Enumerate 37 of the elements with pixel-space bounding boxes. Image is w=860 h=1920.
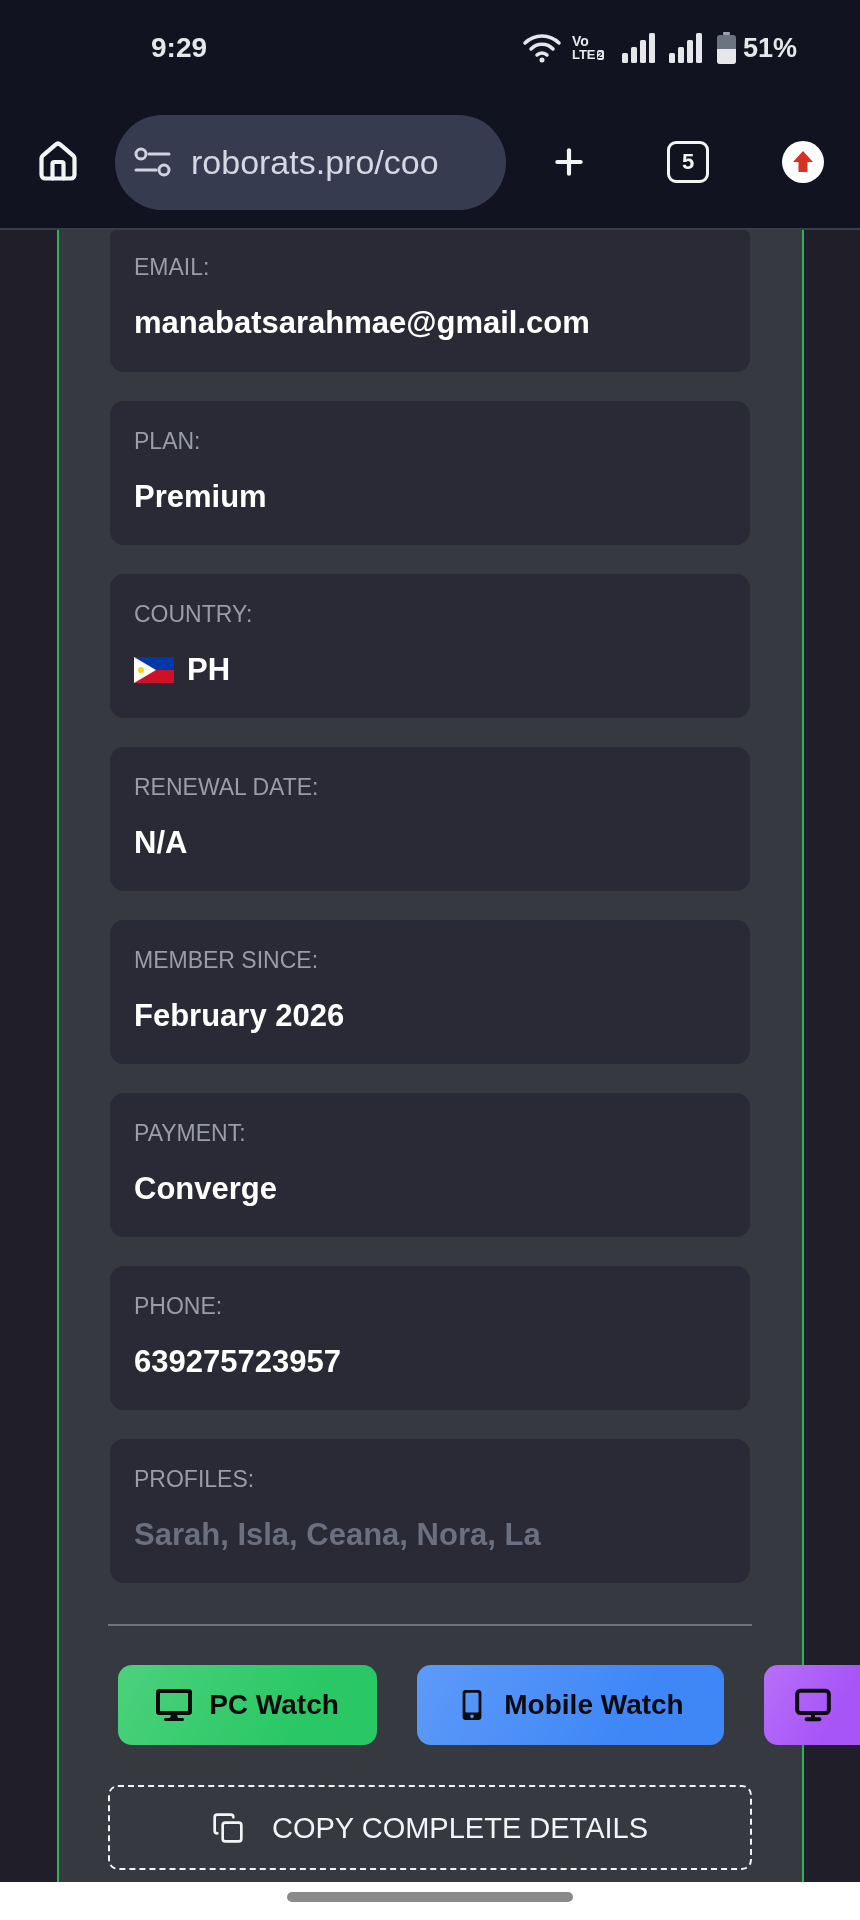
- field-label: EMAIL:: [134, 253, 211, 281]
- desktop-icon: [156, 1687, 193, 1723]
- field-label: RENEWAL DATE:: [134, 773, 320, 801]
- field-value: manabatsarahmae@gmail.com: [134, 304, 591, 342]
- watch-button[interactable]: [764, 1665, 860, 1745]
- battery-percent: 51%: [742, 34, 797, 62]
- watch-button[interactable]: PC Watch: [118, 1665, 377, 1745]
- flag-icon: [134, 657, 174, 683]
- field-value: February 2026: [134, 997, 346, 1035]
- field-value: Premium: [134, 478, 268, 516]
- watch-button[interactable]: Mobile Watch: [417, 1665, 724, 1745]
- field-label: COUNTRY:: [134, 600, 254, 628]
- network-label: Vo: [571, 34, 589, 48]
- field-value: 639275723957: [134, 1343, 342, 1381]
- field-label: PAYMENT:: [134, 1119, 247, 1147]
- field-label: PROFILES:: [134, 1465, 256, 1493]
- signal-icon: [667, 33, 704, 63]
- home-icon[interactable]: [36, 140, 80, 184]
- field-label: PHONE:: [134, 1292, 224, 1320]
- field-value: PH: [187, 651, 231, 689]
- sim-slot-badge: 2: [596, 50, 604, 60]
- network-label: LTE: [571, 48, 596, 62]
- field-value: N/A: [134, 824, 189, 862]
- field-value: Converge: [134, 1170, 278, 1208]
- field-value: Sarah, Isla, Ceana, Nora, La: [134, 1516, 542, 1554]
- wifi-icon: [521, 33, 562, 63]
- tune-icon[interactable]: [134, 147, 171, 177]
- tab-switcher-button[interactable]: 5: [667, 141, 709, 183]
- field-label: PLAN:: [134, 427, 202, 455]
- signal-icon: [620, 33, 657, 63]
- address-bar[interactable]: roborats.pro/coo: [115, 114, 506, 210]
- battery-icon: [716, 32, 736, 64]
- copy-icon: [212, 1811, 244, 1844]
- monitor-icon: [794, 1686, 832, 1724]
- field-label: MEMBER SINCE:: [134, 946, 320, 974]
- status-time: 9:29: [151, 34, 208, 62]
- copy-details-button[interactable]: COPY COMPLETE DETAILS: [108, 1785, 752, 1870]
